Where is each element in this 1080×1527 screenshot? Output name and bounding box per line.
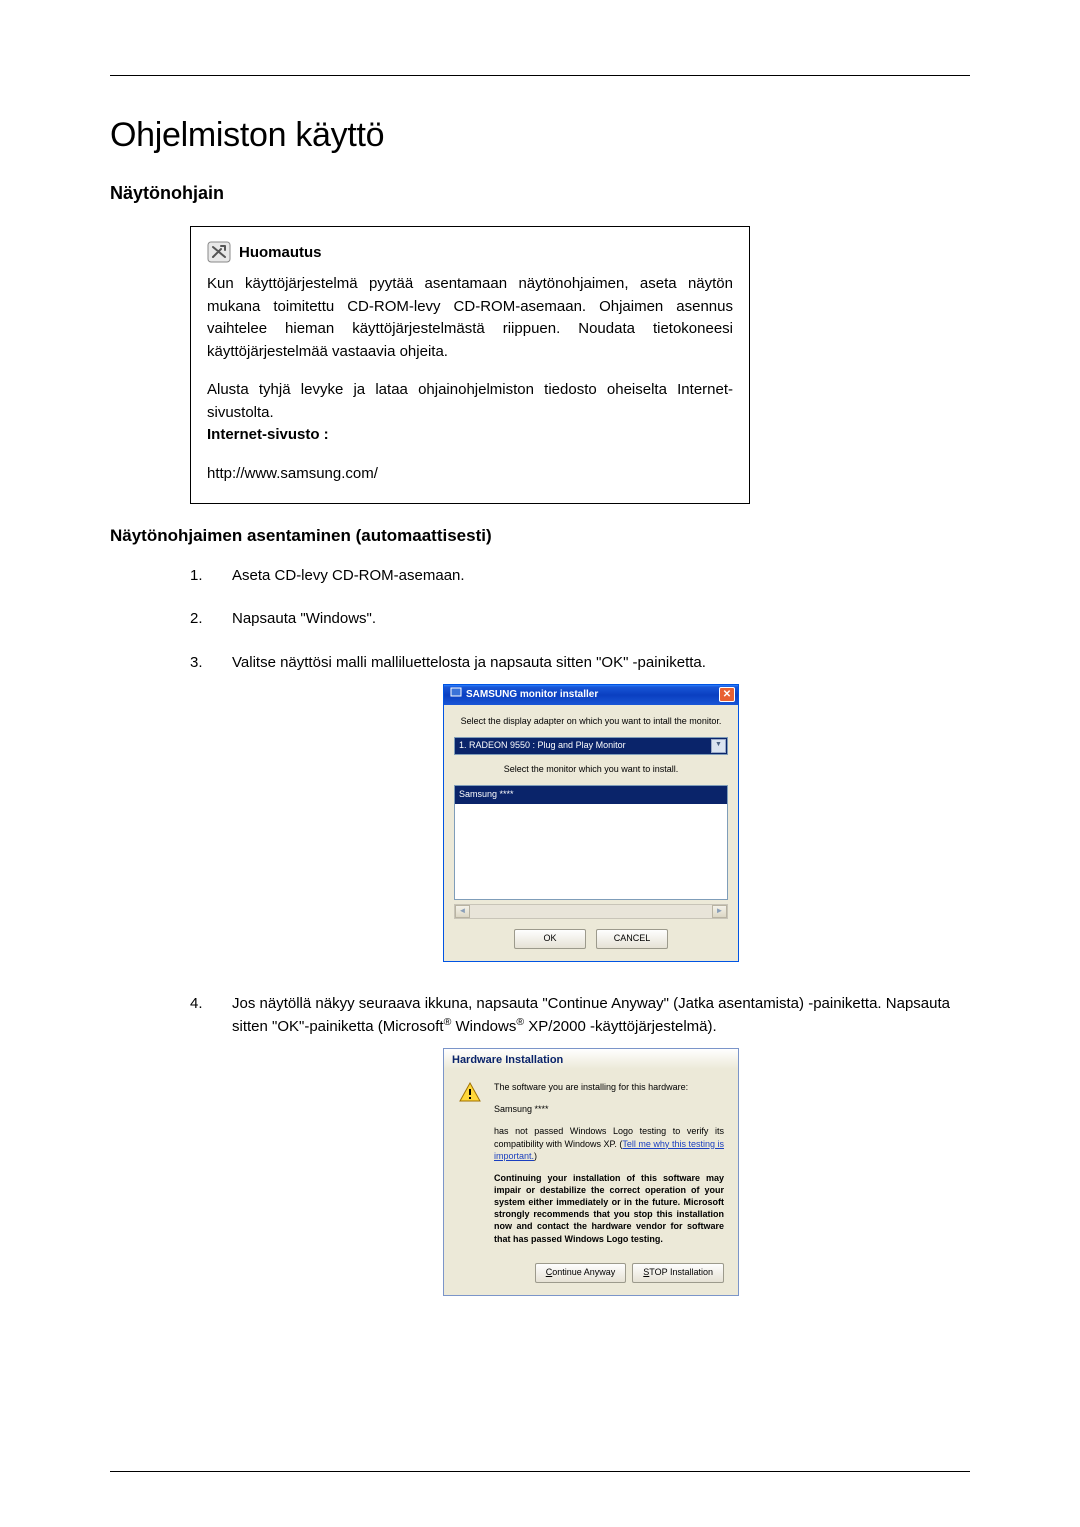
installer-buttons: OK CANCEL	[454, 929, 728, 949]
step-4-mid: Windows	[451, 1018, 516, 1035]
hw-p2: has not passed Windows Logo testing to v…	[494, 1125, 724, 1161]
hw-p1: The software you are installing for this…	[494, 1081, 724, 1093]
scroll-left-icon[interactable]: ◄	[455, 905, 470, 918]
step-4-text: Jos näytöllä näkyy seuraava ikkuna, naps…	[232, 992, 950, 1306]
note-header: Huomautus	[207, 241, 733, 263]
installer-titlebar: SAMSUNG monitor installer ✕	[444, 685, 738, 705]
section-title: Näytönohjain	[110, 183, 970, 204]
step-3-text-span: Valitse näyttösi malli malliluettelosta …	[232, 654, 706, 671]
warning-icon	[458, 1081, 482, 1105]
installer-label-2: Select the monitor which you want to ins…	[454, 763, 728, 777]
step-3: 3. Valitse näyttösi malli malliluettelos…	[190, 651, 950, 972]
note-para1: Kun käyttöjärjestelmä pyytää asentamaan …	[207, 273, 733, 363]
page-title: Ohjelmiston käyttö	[110, 116, 970, 155]
top-rule	[110, 75, 970, 76]
close-icon[interactable]: ✕	[719, 687, 735, 702]
note-para2-text: Alusta tyhjä levyke ja lataa ohjainohjel…	[207, 381, 733, 421]
monitor-listbox[interactable]: Samsung ****	[454, 785, 728, 900]
steps-list: 1. Aseta CD-levy CD-ROM-asemaan. 2. Naps…	[190, 564, 950, 1306]
step-1: 1. Aseta CD-levy CD-ROM-asemaan.	[190, 564, 950, 587]
step-1-num: 1.	[190, 564, 210, 587]
hw-device: Samsung ****	[494, 1103, 724, 1115]
cancel-button[interactable]: CANCEL	[596, 929, 668, 949]
hw-warning-text: Continuing your installation of this sof…	[494, 1172, 724, 1245]
stop-rest: TOP Installation	[649, 1266, 713, 1280]
note-heading-text: Huomautus	[239, 244, 322, 261]
note-box: Huomautus Kun käyttöjärjestelmä pyytää a…	[190, 226, 750, 504]
ok-button[interactable]: OK	[514, 929, 586, 949]
note-url: http://www.samsung.com/	[207, 463, 733, 486]
hw-p2b: )	[534, 1151, 537, 1161]
horizontal-scrollbar[interactable]: ◄ ►	[454, 904, 728, 919]
display-adapter-select[interactable]: 1. RADEON 9550 : Plug and Play Monitor ▼	[454, 737, 728, 755]
step-3-text: Valitse näyttösi malli malliluettelosta …	[232, 651, 950, 972]
display-adapter-value: 1. RADEON 9550 : Plug and Play Monitor	[459, 739, 626, 753]
step-2-num: 2.	[190, 607, 210, 630]
installer-app-icon	[450, 686, 462, 704]
note-icon	[207, 241, 231, 263]
step-2-text: Napsauta "Windows".	[232, 607, 950, 630]
note-para2: Alusta tyhjä levyke ja lataa ohjainohjel…	[207, 379, 733, 447]
internet-site-label: Internet-sivusto :	[207, 426, 329, 443]
step-4: 4. Jos näytöllä näkyy seuraava ikkuna, n…	[190, 992, 950, 1306]
list-item[interactable]: Samsung ****	[455, 786, 727, 804]
step-1-text: Aseta CD-levy CD-ROM-asemaan.	[232, 564, 950, 587]
hw-title: Hardware Installation	[444, 1049, 738, 1069]
step-4-sup2: ®	[516, 1016, 524, 1028]
hw-text: The software you are installing for this…	[494, 1081, 724, 1255]
step-4-num: 4.	[190, 992, 210, 1306]
step-2: 2. Napsauta "Windows".	[190, 607, 950, 630]
continue-anyway-button[interactable]: Continue Anyway	[535, 1263, 627, 1283]
chevron-down-icon[interactable]: ▼	[711, 739, 726, 753]
hw-body: The software you are installing for this…	[444, 1069, 738, 1263]
note-body: Kun käyttöjärjestelmä pyytää asentamaan …	[207, 273, 733, 485]
hw-buttons: Continue Anyway STOP Installation	[444, 1263, 738, 1283]
installer-label-1: Select the display adapter on which you …	[454, 715, 728, 729]
stop-installation-button[interactable]: STOP Installation	[632, 1263, 724, 1283]
hardware-installation-dialog: Hardware Installation The software you a…	[443, 1048, 739, 1296]
subsection-title: Näytönohjaimen asentaminen (automaattise…	[110, 526, 970, 546]
step-3-num: 3.	[190, 651, 210, 972]
installer-title-text: SAMSUNG monitor installer	[466, 687, 598, 703]
installer-screenshot: SAMSUNG monitor installer ✕ Select the d…	[232, 684, 950, 962]
scroll-right-icon[interactable]: ►	[712, 905, 727, 918]
bottom-rule	[110, 1471, 970, 1472]
installer-body: Select the display adapter on which you …	[444, 705, 738, 961]
samsung-installer-window: SAMSUNG monitor installer ✕ Select the d…	[443, 684, 739, 962]
hw-install-screenshot: Hardware Installation The software you a…	[232, 1048, 950, 1296]
step-4-post: XP/2000 -käyttöjärjestelmä).	[524, 1018, 717, 1035]
continue-rest: ontinue Anyway	[552, 1266, 615, 1280]
